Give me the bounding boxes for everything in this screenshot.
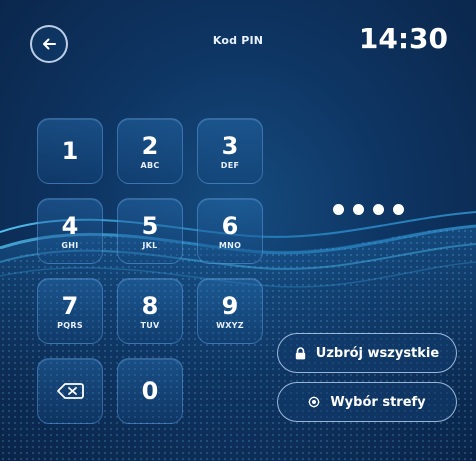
key-letters: DEF bbox=[220, 160, 240, 170]
pin-dot bbox=[333, 204, 344, 215]
pin-dot bbox=[373, 204, 384, 215]
key-digit: 6 bbox=[221, 211, 239, 240]
lock-icon bbox=[295, 346, 306, 360]
backspace-icon bbox=[57, 383, 84, 399]
key-digit: 9 bbox=[221, 291, 239, 320]
key-7[interactable]: 7 PQRS bbox=[37, 278, 103, 344]
key-letters: ABC bbox=[140, 160, 160, 170]
key-digit: 2 bbox=[141, 131, 159, 160]
key-letters: MNO bbox=[218, 240, 242, 250]
key-2[interactable]: 2 ABC bbox=[117, 118, 183, 184]
clock: 14:30 bbox=[358, 22, 448, 55]
key-digit: 1 bbox=[61, 137, 79, 165]
key-5[interactable]: 5 JKL bbox=[117, 198, 183, 264]
zone-select-button[interactable]: Wybór strefy bbox=[277, 382, 457, 422]
key-digit: 0 bbox=[141, 377, 159, 405]
key-letters: JKL bbox=[142, 240, 158, 250]
key-letters: PQRS bbox=[57, 320, 83, 330]
key-4[interactable]: 4 GHI bbox=[37, 198, 103, 264]
key-1[interactable]: 1 bbox=[37, 118, 103, 184]
pin-dot bbox=[353, 204, 364, 215]
pin-indicator bbox=[333, 204, 404, 215]
key-letters: WXYZ bbox=[216, 320, 244, 330]
key-digit: 3 bbox=[221, 131, 239, 160]
key-9[interactable]: 9 WXYZ bbox=[197, 278, 263, 344]
key-letters: GHI bbox=[61, 240, 79, 250]
arm-all-label: Uzbrój wszystkie bbox=[315, 345, 440, 361]
key-digit: 7 bbox=[61, 291, 79, 320]
pin-screen: Kod PIN 14:30 1 2 ABC 3 DEF 4 GHI 5 JKL … bbox=[0, 0, 476, 461]
key-6[interactable]: 6 MNO bbox=[197, 198, 263, 264]
arm-all-button[interactable]: Uzbrój wszystkie bbox=[277, 333, 457, 373]
zone-icon bbox=[308, 396, 320, 408]
key-digit: 4 bbox=[61, 211, 79, 240]
key-8[interactable]: 8 TUV bbox=[117, 278, 183, 344]
key-letters: TUV bbox=[140, 320, 160, 330]
key-0[interactable]: 0 bbox=[117, 358, 183, 424]
pin-dot bbox=[393, 204, 404, 215]
key-digit: 8 bbox=[141, 291, 159, 320]
key-3[interactable]: 3 DEF bbox=[197, 118, 263, 184]
key-digit: 5 bbox=[141, 211, 159, 240]
zone-select-label: Wybór strefy bbox=[330, 394, 426, 410]
backspace-button[interactable] bbox=[37, 358, 103, 424]
